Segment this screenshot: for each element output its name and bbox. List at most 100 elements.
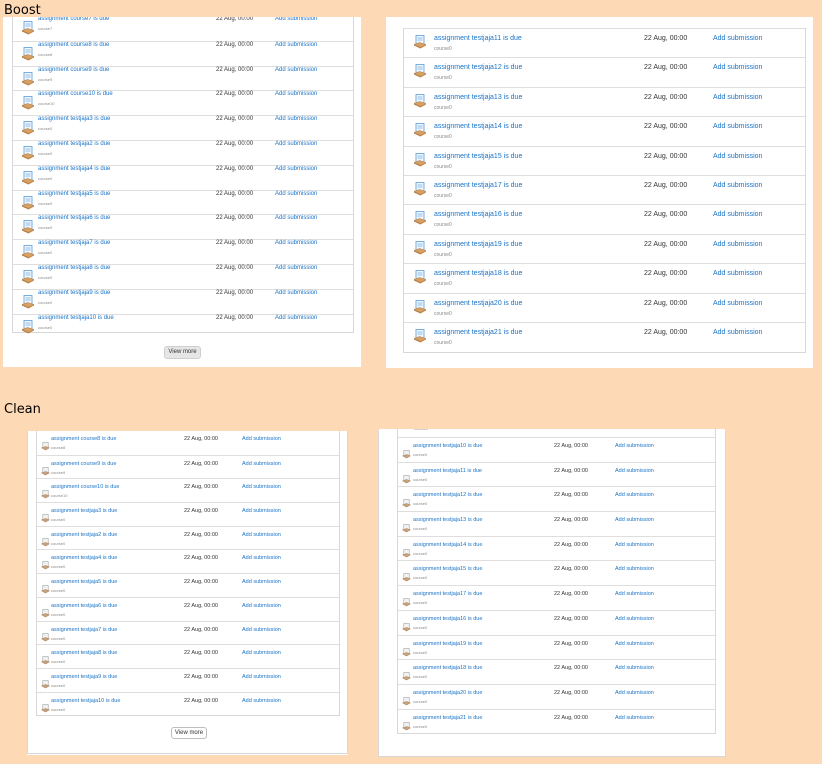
- event-title-link[interactable]: assignment course9 is due: [51, 461, 116, 467]
- event-title-link[interactable]: assignment testjaja12 is due: [413, 492, 482, 498]
- event-title-link[interactable]: assignment testjaja21 is due: [413, 715, 482, 721]
- event-title-link[interactable]: assignment testjaja6 is due: [51, 603, 117, 609]
- event-title-link[interactable]: assignment testjaja3 is due: [38, 116, 110, 122]
- clean-left-view-more-button[interactable]: View more: [171, 727, 207, 739]
- event-title-link[interactable]: assignment testjaja3 is due: [51, 508, 117, 514]
- event-title-link[interactable]: assignment testjaja19 is due: [413, 641, 482, 647]
- add-submission-link[interactable]: Add submission: [615, 542, 654, 548]
- add-submission-link[interactable]: Add submission: [242, 650, 281, 656]
- add-submission-link[interactable]: Add submission: [242, 603, 281, 609]
- add-submission-link[interactable]: Add submission: [615, 517, 654, 523]
- add-submission-link[interactable]: Add submission: [713, 35, 762, 42]
- event-title-link[interactable]: assignment testjaja18 is due: [413, 665, 482, 671]
- event-title-link[interactable]: assignment testjaja14 is due: [413, 542, 482, 548]
- event-title-link[interactable]: assignment testjaja10 is due: [51, 698, 120, 704]
- event-title-link[interactable]: assignment course10 is due: [51, 484, 119, 490]
- event-title-link[interactable]: assignment testjaja6 is due: [38, 215, 110, 221]
- event-title-link[interactable]: assignment testjaja10 is due: [38, 315, 114, 321]
- add-submission-link[interactable]: Add submission: [615, 665, 654, 671]
- event-title-link[interactable]: assignment testjaja9 is due: [38, 290, 110, 296]
- event-title-link[interactable]: assignment course9 is due: [38, 67, 109, 73]
- add-submission-link[interactable]: Add submission: [275, 265, 317, 271]
- add-submission-link[interactable]: Add submission: [242, 674, 281, 680]
- add-submission-link[interactable]: Add submission: [275, 166, 317, 172]
- event-title-link[interactable]: assignment testjaja16 is due: [413, 616, 482, 622]
- event-title-link[interactable]: assignment testjaja20 is due: [434, 300, 522, 307]
- event-title-link[interactable]: assignment testjaja9 is due: [51, 674, 117, 680]
- event-title-link[interactable]: assignment course8 is due: [51, 436, 116, 442]
- event-title-link[interactable]: assignment testjaja18 is due: [434, 270, 522, 277]
- event-title-link[interactable]: assignment course10 is due: [38, 91, 113, 97]
- add-submission-link[interactable]: Add submission: [242, 436, 281, 442]
- add-submission-link[interactable]: Add submission: [242, 461, 281, 467]
- add-submission-link[interactable]: Add submission: [275, 240, 317, 246]
- add-submission-link[interactable]: Add submission: [713, 270, 762, 277]
- add-submission-link[interactable]: Add submission: [615, 641, 654, 647]
- event-title-link[interactable]: assignment testjaja11 is due: [413, 468, 482, 474]
- event-course-name: course9: [38, 76, 53, 82]
- event-title-link[interactable]: assignment testjaja7 is due: [51, 627, 117, 633]
- event-title-link[interactable]: assignment testjaja13 is due: [413, 517, 482, 523]
- add-submission-link[interactable]: Add submission: [242, 532, 281, 538]
- add-submission-link[interactable]: Add submission: [713, 64, 762, 71]
- event-title-link[interactable]: assignment testjaja17 is due: [434, 182, 522, 189]
- event-title-link[interactable]: assignment testjaja12 is due: [434, 64, 522, 71]
- add-submission-link[interactable]: Add submission: [242, 627, 281, 633]
- add-submission-link[interactable]: Add submission: [615, 566, 654, 572]
- event-title-link[interactable]: assignment testjaja11 is due: [434, 35, 522, 42]
- event-title-link[interactable]: assignment testjaja8 is due: [38, 265, 110, 271]
- add-submission-link[interactable]: Add submission: [713, 123, 762, 130]
- add-submission-link[interactable]: Add submission: [242, 579, 281, 585]
- add-submission-link[interactable]: Add submission: [713, 241, 762, 248]
- event-title-link[interactable]: assignment testjaja20 is due: [413, 690, 482, 696]
- event-title-link[interactable]: assignment testjaja19 is due: [434, 241, 522, 248]
- add-submission-link[interactable]: Add submission: [615, 715, 654, 721]
- add-submission-link[interactable]: Add submission: [275, 42, 317, 48]
- add-submission-link[interactable]: Add submission: [275, 91, 317, 97]
- event-title-link[interactable]: assignment testjaja2 is due: [51, 532, 117, 538]
- event-title-link[interactable]: assignment testjaja4 is due: [38, 166, 110, 172]
- event-title-link[interactable]: assignment testjaja5 is due: [51, 579, 117, 585]
- event-title-link[interactable]: assignment testjaja8 is due: [51, 650, 117, 656]
- add-submission-link[interactable]: Add submission: [713, 153, 762, 160]
- event-title-link[interactable]: assignment testjaja10 is due: [413, 443, 482, 449]
- add-submission-link[interactable]: Add submission: [713, 94, 762, 101]
- event-title-link[interactable]: assignment course7 is due: [38, 17, 109, 22]
- assignment-icon: [413, 152, 427, 167]
- add-submission-link[interactable]: Add submission: [713, 329, 762, 336]
- add-submission-link[interactable]: Add submission: [713, 300, 762, 307]
- add-submission-link[interactable]: Add submission: [713, 211, 762, 218]
- add-submission-link[interactable]: Add submission: [275, 191, 317, 197]
- add-submission-link[interactable]: Add submission: [242, 555, 281, 561]
- add-submission-link[interactable]: Add submission: [275, 67, 317, 73]
- event-title-link[interactable]: assignment testjaja21 is due: [434, 329, 522, 336]
- add-submission-link[interactable]: Add submission: [275, 215, 317, 221]
- event-title-link[interactable]: assignment testjaja14 is due: [434, 123, 522, 130]
- add-submission-link[interactable]: Add submission: [615, 616, 654, 622]
- event-title-link[interactable]: assignment course8 is due: [38, 42, 109, 48]
- event-title-link[interactable]: assignment testjaja13 is due: [434, 94, 522, 101]
- add-submission-link[interactable]: Add submission: [242, 484, 281, 490]
- add-submission-link[interactable]: Add submission: [275, 315, 317, 321]
- add-submission-link[interactable]: Add submission: [275, 141, 317, 147]
- add-submission-link[interactable]: Add submission: [615, 492, 654, 498]
- event-title-link[interactable]: assignment testjaja4 is due: [51, 555, 117, 561]
- event-title-link[interactable]: assignment testjaja2 is due: [38, 141, 110, 147]
- event-title-link[interactable]: assignment testjaja17 is due: [413, 591, 482, 597]
- event-title-link[interactable]: assignment testjaja15 is due: [413, 566, 482, 572]
- add-submission-link[interactable]: Add submission: [615, 443, 654, 449]
- add-submission-link[interactable]: Add submission: [275, 116, 317, 122]
- add-submission-link[interactable]: Add submission: [615, 690, 654, 696]
- event-title-link[interactable]: assignment testjaja16 is due: [434, 211, 522, 218]
- add-submission-link[interactable]: Add submission: [275, 17, 317, 22]
- add-submission-link[interactable]: Add submission: [275, 290, 317, 296]
- event-title-link[interactable]: assignment testjaja15 is due: [434, 153, 522, 160]
- add-submission-link[interactable]: Add submission: [615, 591, 654, 597]
- event-title-link[interactable]: assignment testjaja7 is due: [38, 240, 110, 246]
- add-submission-link[interactable]: Add submission: [615, 468, 654, 474]
- boost-left-view-more-button[interactable]: View more: [164, 346, 201, 359]
- event-title-link[interactable]: assignment testjaja5 is due: [38, 191, 110, 197]
- add-submission-link[interactable]: Add submission: [242, 698, 281, 704]
- add-submission-link[interactable]: Add submission: [242, 508, 281, 514]
- add-submission-link[interactable]: Add submission: [713, 182, 762, 189]
